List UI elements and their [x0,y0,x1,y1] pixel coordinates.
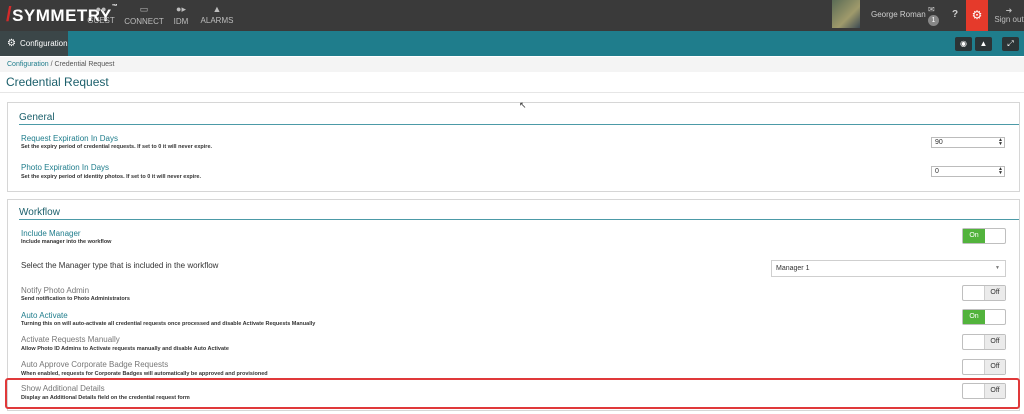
photo-expiration-input[interactable]: 0 ▲ ▼ [931,166,1005,177]
notify-photo-admin-desc: Send notification to Photo Administrator… [21,296,130,302]
auto-activate-toggle[interactable]: On [962,309,1006,325]
auto-approve-desc: When enabled, requests for Corporate Bad… [21,371,268,377]
nav-guest-label: GUEST [87,16,115,25]
toggle-state: On [963,229,985,243]
photo-expiration-value: 0 [935,168,939,175]
mouse-cursor-icon: ↖ [519,100,527,110]
avatar[interactable] [832,0,860,28]
auto-approve-toggle[interactable]: Off [962,359,1006,375]
activate-manually-label: Activate Requests Manually [21,335,120,344]
nav-alarms-label: ALARMS [200,16,234,25]
spinner-icon[interactable]: ▲ ▼ [998,138,1003,147]
nav-connect[interactable]: ▭ CONNECT [124,4,164,26]
toggle-state: Off [984,360,1005,374]
nav-idm[interactable]: ●▸ IDM [161,4,201,26]
toggle-state: Off [984,384,1005,398]
card-icon: ▭ [139,4,149,14]
toggle-state: Off [984,335,1005,349]
fullscreen-button[interactable]: ⤢ [1002,37,1019,51]
general-rule [19,124,1019,125]
manager-type-label: Select the Manager type that is included… [21,261,219,270]
show-additional-desc: Display an Additional Details field on t… [21,395,190,401]
breadcrumb-current: Credential Request [54,61,115,68]
auto-approve-label: Auto Approve Corporate Badge Requests [21,360,169,369]
include-manager-label: Include Manager [21,229,81,238]
tab-configuration-label: Configuration [19,39,68,48]
workflow-title: Workflow [19,207,60,218]
bell-icon: ▲ [212,4,222,14]
top-navbar: /SYMMETRY™ ●● GUEST ▭ CONNECT ●▸ IDM ▲ A… [0,0,1024,31]
globe-icon: ◉ [960,39,967,48]
nav-alarms[interactable]: ▲ ALARMS [197,4,237,25]
signout-label: Sign out [994,15,1024,24]
mail-button[interactable]: ✉ 1 [928,5,939,26]
page-title: Credential Request [6,75,109,89]
photo-expiration-desc: Set the expiry period of identity photos… [21,174,202,180]
toggle-state: On [963,310,985,324]
workflow-rule [19,219,1019,220]
chevron-down-icon: ▼ [995,265,1000,271]
divider [0,92,1024,93]
settings-button[interactable]: ⚙ [966,0,988,31]
id-user-icon: ●▸ [176,4,186,14]
nav-guest[interactable]: ●● GUEST [81,4,121,25]
signout-icon: ➜ [1005,6,1013,15]
lock-icon: ▲ [979,39,988,48]
toggle-state: Off [984,286,1005,300]
globe-button[interactable]: ◉ [955,37,972,51]
general-title: General [19,112,55,123]
request-expiration-value: 90 [935,139,943,146]
activate-manually-desc: Allow Photo ID Admins to Activate reques… [21,346,229,352]
nav-connect-label: CONNECT [124,17,164,26]
expand-icon: ⤢ [1007,39,1014,48]
auto-activate-desc: Turning this on will auto-activate all c… [21,321,316,327]
show-additional-label: Show Additional Details [21,384,105,393]
nav-idm-label: IDM [173,17,189,26]
breadcrumb: Configuration / Credential Request [0,57,1024,72]
breadcrumb-separator: / [50,61,53,68]
lock-button[interactable]: ▲ [975,37,992,51]
photo-expiration-label: Photo Expiration In Days [21,163,110,172]
show-additional-toggle[interactable]: Off [962,383,1006,399]
activate-manually-toggle[interactable]: Off [962,334,1006,350]
users-icon: ●● [95,4,107,14]
include-manager-desc: Include manager into the workflow [21,239,112,245]
manager-type-select[interactable]: Manager 1 ▼ [771,260,1006,277]
notify-photo-admin-label: Notify Photo Admin [21,286,90,295]
username[interactable]: George Roman [871,10,926,19]
breadcrumb-configuration[interactable]: Configuration [7,61,49,68]
notify-photo-admin-toggle[interactable]: Off [962,285,1006,301]
tab-configuration[interactable]: ⚙ Configuration [0,31,68,56]
sub-navbar: ⚙ Configuration ◉ ▲ ⤢ [0,31,1024,56]
request-expiration-label: Request Expiration In Days [21,134,118,143]
request-expiration-input[interactable]: 90 ▲ ▼ [931,137,1005,148]
include-manager-toggle[interactable]: On [962,228,1006,244]
auto-activate-label: Auto Activate [21,311,68,320]
request-expiration-desc: Set the expiry period of credential requ… [21,144,213,150]
highlight-box [5,378,1020,409]
manager-type-value: Manager 1 [776,265,810,272]
gear-icon: ⚙ [7,38,16,49]
gear-icon: ⚙ [971,8,983,22]
help-button[interactable]: ? [952,9,958,20]
envelope-icon: ✉ [928,5,935,14]
mail-count-badge: 1 [928,15,939,26]
signout-button[interactable]: ➜ Sign out [994,6,1024,24]
spinner-icon[interactable]: ▲ ▼ [998,167,1003,176]
